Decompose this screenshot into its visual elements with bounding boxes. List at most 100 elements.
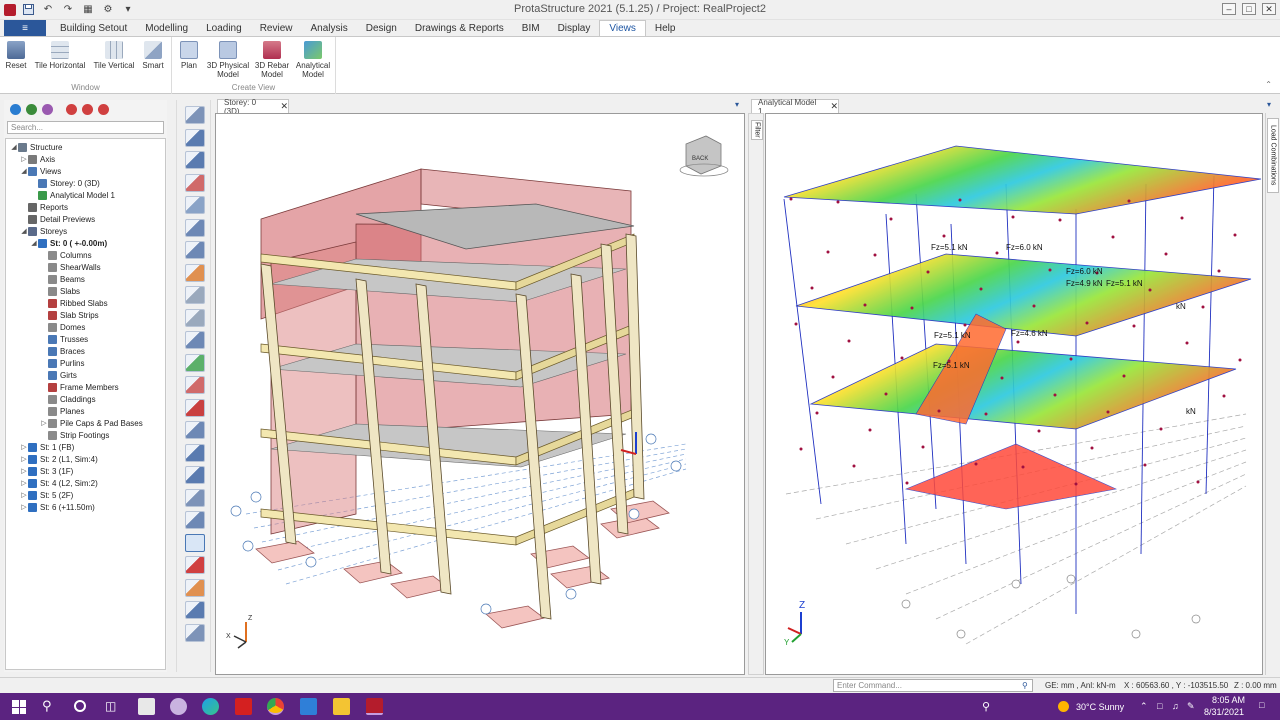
load-combinations-button[interactable]: Load Combinations [1267, 118, 1279, 193]
tile-horizontal-button[interactable]: Tile Horizontal [32, 41, 88, 70]
autocad-icon[interactable] [235, 698, 252, 715]
save-icon[interactable] [20, 3, 36, 17]
tree-item[interactable]: ▷ St: 2 (L1, Sim:4) [20, 453, 98, 465]
tree-item[interactable]: Strip Footings [40, 429, 109, 441]
tree-item[interactable]: Claddings [40, 393, 96, 405]
tree-expander-icon[interactable]: ▷ [20, 503, 28, 511]
tree-item[interactable]: Trusses [40, 333, 88, 345]
tab-analysis[interactable]: Analysis [301, 20, 356, 36]
notifications-icon[interactable]: □ [1259, 700, 1264, 710]
store-icon[interactable] [138, 698, 155, 715]
tool-3-icon[interactable] [185, 151, 205, 169]
close-tab-icon[interactable]: ✕ [280, 101, 288, 112]
tree-item[interactable]: Beams [40, 273, 85, 285]
tool-22-icon[interactable] [185, 578, 205, 597]
tool-21-icon[interactable] [185, 556, 205, 574]
tab-drawings-reports[interactable]: Drawings & Reports [406, 20, 513, 36]
settings-icon[interactable]: ⚙ [100, 3, 116, 17]
zoom-icon[interactable] [66, 104, 77, 115]
clock-time[interactable]: 8:05 AM [1212, 695, 1245, 705]
tree-item[interactable]: Slabs [40, 285, 80, 297]
tree-item[interactable]: ▷ St: 4 (L2, Sim:2) [20, 477, 98, 489]
reset-button[interactable]: Reset [4, 41, 28, 70]
cortana-icon[interactable] [74, 700, 86, 712]
tool-2-icon[interactable] [185, 128, 205, 147]
tree-item[interactable]: Ribbed Slabs [40, 297, 108, 309]
tree-item[interactable]: ◢ St: 0 ( +-0.00m) [30, 237, 107, 249]
start-icon[interactable] [12, 700, 26, 714]
tree-expander-icon[interactable]: ▷ [20, 491, 28, 499]
tool-19-icon[interactable] [185, 511, 205, 529]
refresh-icon[interactable] [10, 104, 21, 115]
tree-item[interactable]: Braces [40, 345, 85, 357]
tree-icon[interactable]: ▦ [80, 3, 96, 17]
tree-item[interactable]: Analytical Model 1 [30, 189, 115, 201]
tab-design[interactable]: Design [357, 20, 406, 36]
tree-item[interactable]: Planes [40, 405, 84, 417]
tool-9-icon[interactable] [185, 286, 205, 304]
analytical-model-canvas[interactable]: Fz=5.1 kN Fz=6.0 kNFz=5.1 kN Fz=4.6 kNFz=5… [766, 114, 1264, 676]
3d-rebar-model-button[interactable]: 3D Rebar Model [254, 41, 290, 79]
tree-expander-icon[interactable]: ▷ [40, 419, 48, 427]
tool-7-icon[interactable] [185, 241, 205, 259]
teams-icon[interactable] [170, 698, 187, 715]
tree-expander-icon[interactable]: ◢ [20, 227, 28, 235]
people-icon[interactable]: ⚲ [982, 700, 990, 713]
tree-item[interactable]: ◢ Storeys [20, 225, 67, 237]
protastructure-taskbar-icon[interactable] [366, 698, 383, 715]
tree-item[interactable]: Columns [40, 249, 92, 261]
globe-icon[interactable] [26, 104, 37, 115]
explorer-search-input[interactable]: Search... [7, 121, 164, 134]
tab-display[interactable]: Display [549, 20, 600, 36]
tab-bim[interactable]: BIM [513, 20, 549, 36]
tree-expander-icon[interactable]: ▷ [20, 467, 28, 475]
tool-23-icon[interactable] [185, 601, 205, 619]
tool-5-icon[interactable] [185, 196, 205, 214]
3d-model-viewport[interactable]: BACK Z X [215, 113, 745, 675]
tree-item[interactable]: Detail Previews [20, 213, 95, 225]
plan-button[interactable]: Plan [178, 41, 200, 70]
clock-date[interactable]: 8/31/2021 [1204, 707, 1244, 717]
weather-text[interactable]: 30°C Sunny [1076, 702, 1124, 712]
maximize-button[interactable]: □ [1242, 3, 1256, 15]
tree-item[interactable]: ▷ St: 3 (1F) [20, 465, 73, 477]
tree-item[interactable]: Frame Members [40, 381, 119, 393]
tab-help[interactable]: Help [646, 20, 685, 36]
tool-1-icon[interactable] [185, 106, 205, 124]
3d-model-canvas[interactable]: BACK Z X [216, 114, 746, 676]
task-view-icon[interactable]: ◫ [105, 699, 116, 713]
tool-10-icon[interactable] [185, 308, 205, 327]
tab-review[interactable]: Review [251, 20, 302, 36]
tab-analytical-model[interactable]: Analytical Model 1 ✕ [751, 98, 839, 116]
app-logo-icon[interactable] [4, 3, 16, 16]
tab-storey-3d[interactable]: Storey: 0 (3D) ✕ [217, 98, 289, 116]
customize-qat-icon[interactable]: ▾ [120, 3, 136, 17]
tool-20-icon[interactable] [185, 533, 205, 552]
panel-menu-icon[interactable]: ▾ [735, 100, 739, 109]
chrome-icon[interactable] [267, 698, 284, 715]
tray-chevron-icon[interactable]: ⌃ [1140, 701, 1148, 712]
redo-icon[interactable]: ↷ [60, 3, 76, 17]
tool-6-icon[interactable] [185, 218, 205, 237]
tree-item[interactable]: Domes [40, 321, 85, 333]
tool-11-icon[interactable] [185, 331, 205, 349]
zoom-out-icon[interactable] [98, 104, 109, 115]
tree-item[interactable]: ▷ St: 6 (+11.50m) [20, 501, 95, 513]
edge-icon[interactable] [202, 698, 219, 715]
minimize-button[interactable]: – [1222, 3, 1236, 15]
tool-4-icon[interactable] [185, 173, 205, 192]
tree-item[interactable]: ▷ Axis [20, 153, 55, 165]
tree-item[interactable]: ▷ St: 5 (2F) [20, 489, 73, 501]
tool-16-icon[interactable] [185, 443, 205, 462]
search-icon[interactable]: ⚲ [42, 698, 52, 714]
sort-icon[interactable] [42, 104, 53, 115]
collapse-ribbon-icon[interactable]: ⌃ [1265, 80, 1272, 89]
undo-icon[interactable]: ↶ [40, 3, 56, 17]
close-button[interactable]: ✕ [1262, 3, 1276, 15]
tree-item[interactable]: Storey: 0 (3D) [30, 177, 100, 189]
tab-loading[interactable]: Loading [197, 20, 251, 36]
tree-item[interactable]: ShearWalls [40, 261, 101, 273]
tree-expander-icon[interactable]: ◢ [10, 143, 18, 151]
tool-15-icon[interactable] [185, 421, 205, 439]
tab-modelling[interactable]: Modelling [136, 20, 197, 36]
